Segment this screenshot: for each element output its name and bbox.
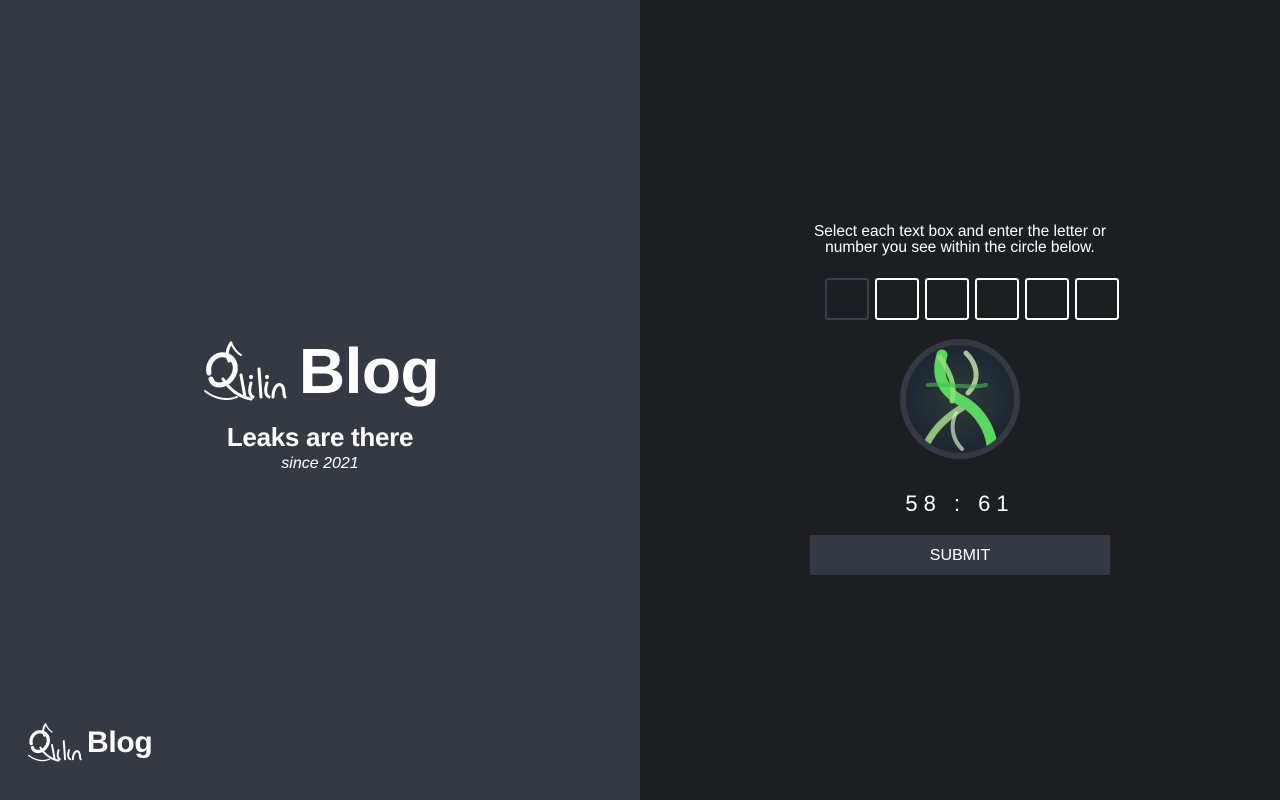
- brand-header: Blog: [0, 335, 640, 407]
- captcha-input-5[interactable]: [1025, 278, 1069, 320]
- captcha-form: Select each text box and enter the lette…: [800, 223, 1120, 575]
- captcha-image: [900, 339, 1020, 459]
- countdown-timer: 58 : 61: [905, 491, 1015, 516]
- captcha-glyph-icon: [906, 345, 1014, 453]
- captcha-input-4[interactable]: [975, 278, 1019, 320]
- qilin-logo-icon: [203, 341, 287, 401]
- captcha-page: Blog Leaks are there since 2021 Blog Sel…: [0, 0, 1280, 800]
- captcha-panel: Select each text box and enter the lette…: [640, 0, 1280, 800]
- footer-title: Blog: [87, 726, 153, 759]
- submit-button[interactable]: SUBMIT: [810, 535, 1110, 575]
- captcha-input-1[interactable]: [825, 278, 869, 320]
- brand-title: Blog: [298, 335, 440, 407]
- since-label: since 2021: [281, 455, 359, 472]
- brand-panel: Blog Leaks are there since 2021 Blog: [0, 0, 640, 800]
- captcha-input-6[interactable]: [1075, 278, 1119, 320]
- captcha-input-3[interactable]: [925, 278, 969, 320]
- captcha-input-2[interactable]: [875, 278, 919, 320]
- captcha-instructions: Select each text box and enter the lette…: [813, 223, 1107, 256]
- footer-brand[interactable]: Blog: [26, 720, 153, 766]
- captcha-inputs: [825, 278, 1125, 320]
- tagline: Leaks are there: [226, 422, 414, 452]
- brand-block: Blog Leaks are there since 2021: [0, 335, 640, 475]
- qilin-logo-icon: [27, 723, 82, 762]
